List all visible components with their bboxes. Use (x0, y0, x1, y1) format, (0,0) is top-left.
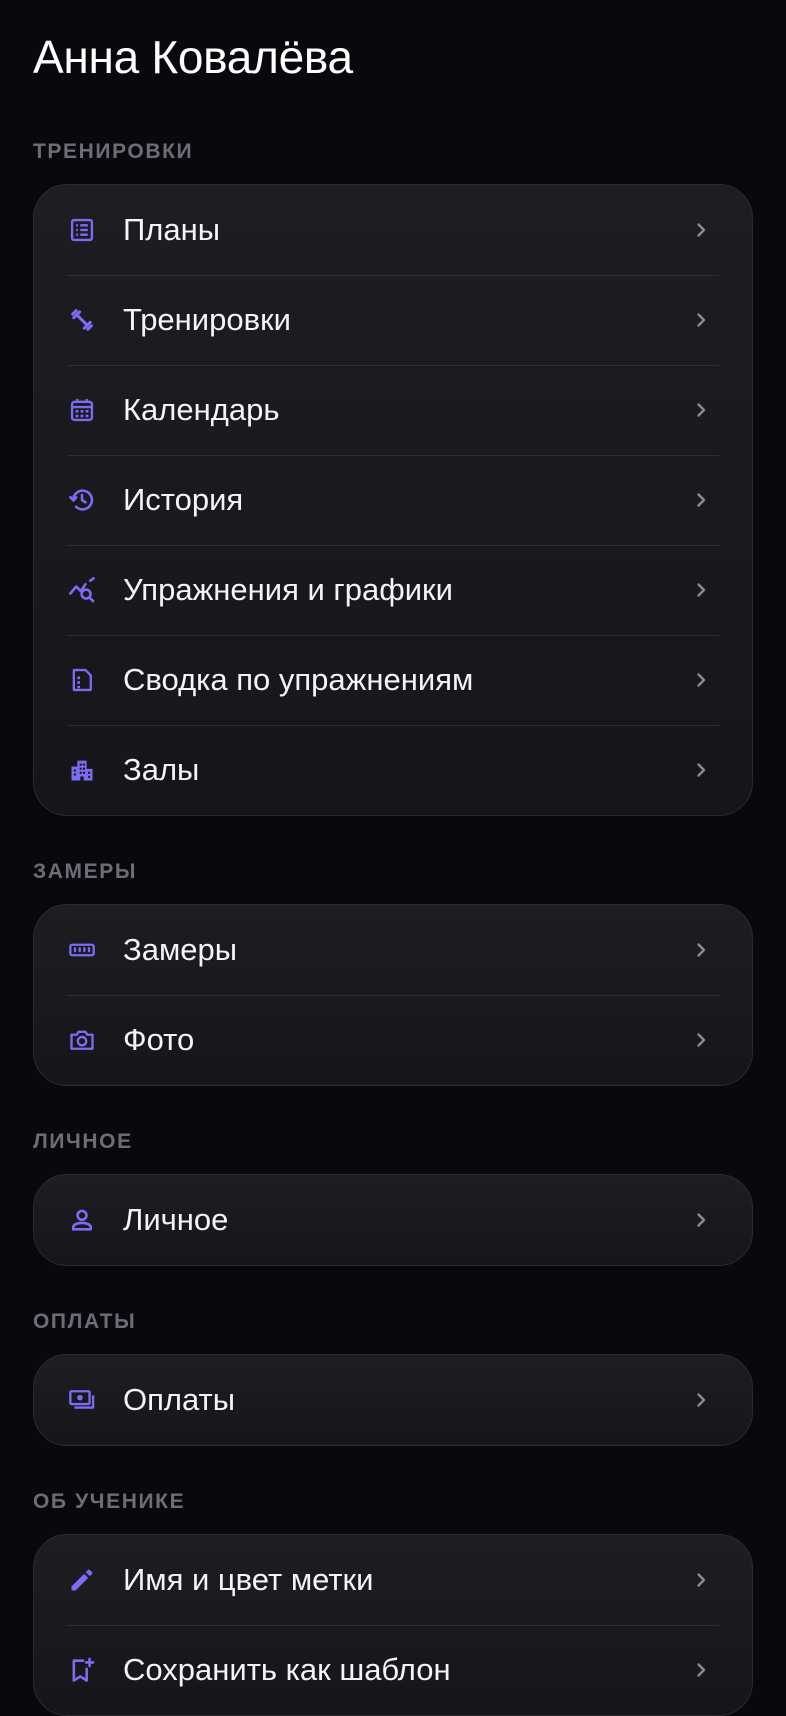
chevron-right-icon (692, 941, 710, 959)
measurements-card: Замеры Фото (33, 904, 753, 1086)
menu-item-label: Оплаты (123, 1382, 236, 1417)
menu-item-label: Сохранить как шаблон (123, 1652, 451, 1687)
menu-item-payments[interactable]: Оплаты (34, 1355, 752, 1445)
payments-card: Оплаты (33, 1354, 753, 1446)
person-icon (68, 1206, 96, 1234)
ruler-icon (68, 936, 96, 964)
chevron-right-icon (692, 1571, 710, 1589)
menu-item-personal[interactable]: Личное (34, 1175, 752, 1265)
menu-item-label: История (123, 482, 244, 517)
menu-item-plans[interactable]: Планы (34, 185, 752, 275)
personal-card: Личное (33, 1174, 753, 1266)
calendar-icon (68, 396, 96, 424)
menu-item-history[interactable]: История (34, 455, 752, 545)
menu-item-name-label-color[interactable]: Имя и цвет метки (34, 1535, 752, 1625)
menu-item-gyms[interactable]: Залы (34, 725, 752, 815)
menu-item-label: Замеры (123, 932, 238, 967)
bookmark-add-icon (68, 1656, 96, 1684)
camera-icon (68, 1026, 96, 1054)
menu-item-label: Имя и цвет метки (123, 1562, 374, 1597)
pencil-icon (68, 1566, 96, 1594)
training-card: Планы Тренировки Календарь История Упраж… (33, 184, 753, 816)
menu-item-exercise-summary[interactable]: Сводка по упражнениям (34, 635, 752, 725)
menu-item-measurements[interactable]: Замеры (34, 905, 752, 995)
menu-item-save-as-template[interactable]: Сохранить как шаблон (34, 1625, 752, 1715)
payments-icon (68, 1386, 96, 1414)
menu-item-label: Упражнения и графики (123, 572, 453, 607)
menu-item-photos[interactable]: Фото (34, 995, 752, 1085)
menu-item-label: Залы (123, 752, 200, 787)
history-icon (68, 486, 96, 514)
menu-item-calendar[interactable]: Календарь (34, 365, 752, 455)
menu-item-label: Календарь (123, 392, 280, 427)
chevron-right-icon (692, 311, 710, 329)
chevron-right-icon (692, 1391, 710, 1409)
menu-item-exercises-charts[interactable]: Упражнения и графики (34, 545, 752, 635)
summary-icon (68, 666, 96, 694)
chevron-right-icon (692, 221, 710, 239)
menu-item-label: Личное (123, 1202, 229, 1237)
menu-item-workouts[interactable]: Тренировки (34, 275, 752, 365)
page-title: Анна Ковалёва (33, 31, 353, 83)
chart-search-icon (68, 576, 96, 604)
menu-item-label: Планы (123, 212, 221, 247)
chevron-right-icon (692, 581, 710, 599)
list-icon (68, 216, 96, 244)
chevron-right-icon (692, 761, 710, 779)
chevron-right-icon (692, 671, 710, 689)
section-header-measurements: ЗАМЕРЫ (33, 860, 137, 883)
building-icon (68, 756, 96, 784)
menu-item-label: Фото (123, 1022, 195, 1057)
chevron-right-icon (692, 1211, 710, 1229)
about-card: Имя и цвет метки Сохранить как шаблон (33, 1534, 753, 1716)
section-header-about: ОБ УЧЕНИКЕ (33, 1490, 186, 1513)
chevron-right-icon (692, 1031, 710, 1049)
menu-item-label: Тренировки (123, 302, 291, 337)
menu-item-label: Сводка по упражнениям (123, 662, 474, 697)
chevron-right-icon (692, 401, 710, 419)
section-header-training: ТРЕНИРОВКИ (33, 140, 194, 163)
chevron-right-icon (692, 1661, 710, 1679)
section-header-payments: ОПЛАТЫ (33, 1310, 137, 1333)
chevron-right-icon (692, 491, 710, 509)
section-header-personal: ЛИЧНОЕ (33, 1130, 133, 1153)
dumbbell-icon (68, 306, 96, 334)
